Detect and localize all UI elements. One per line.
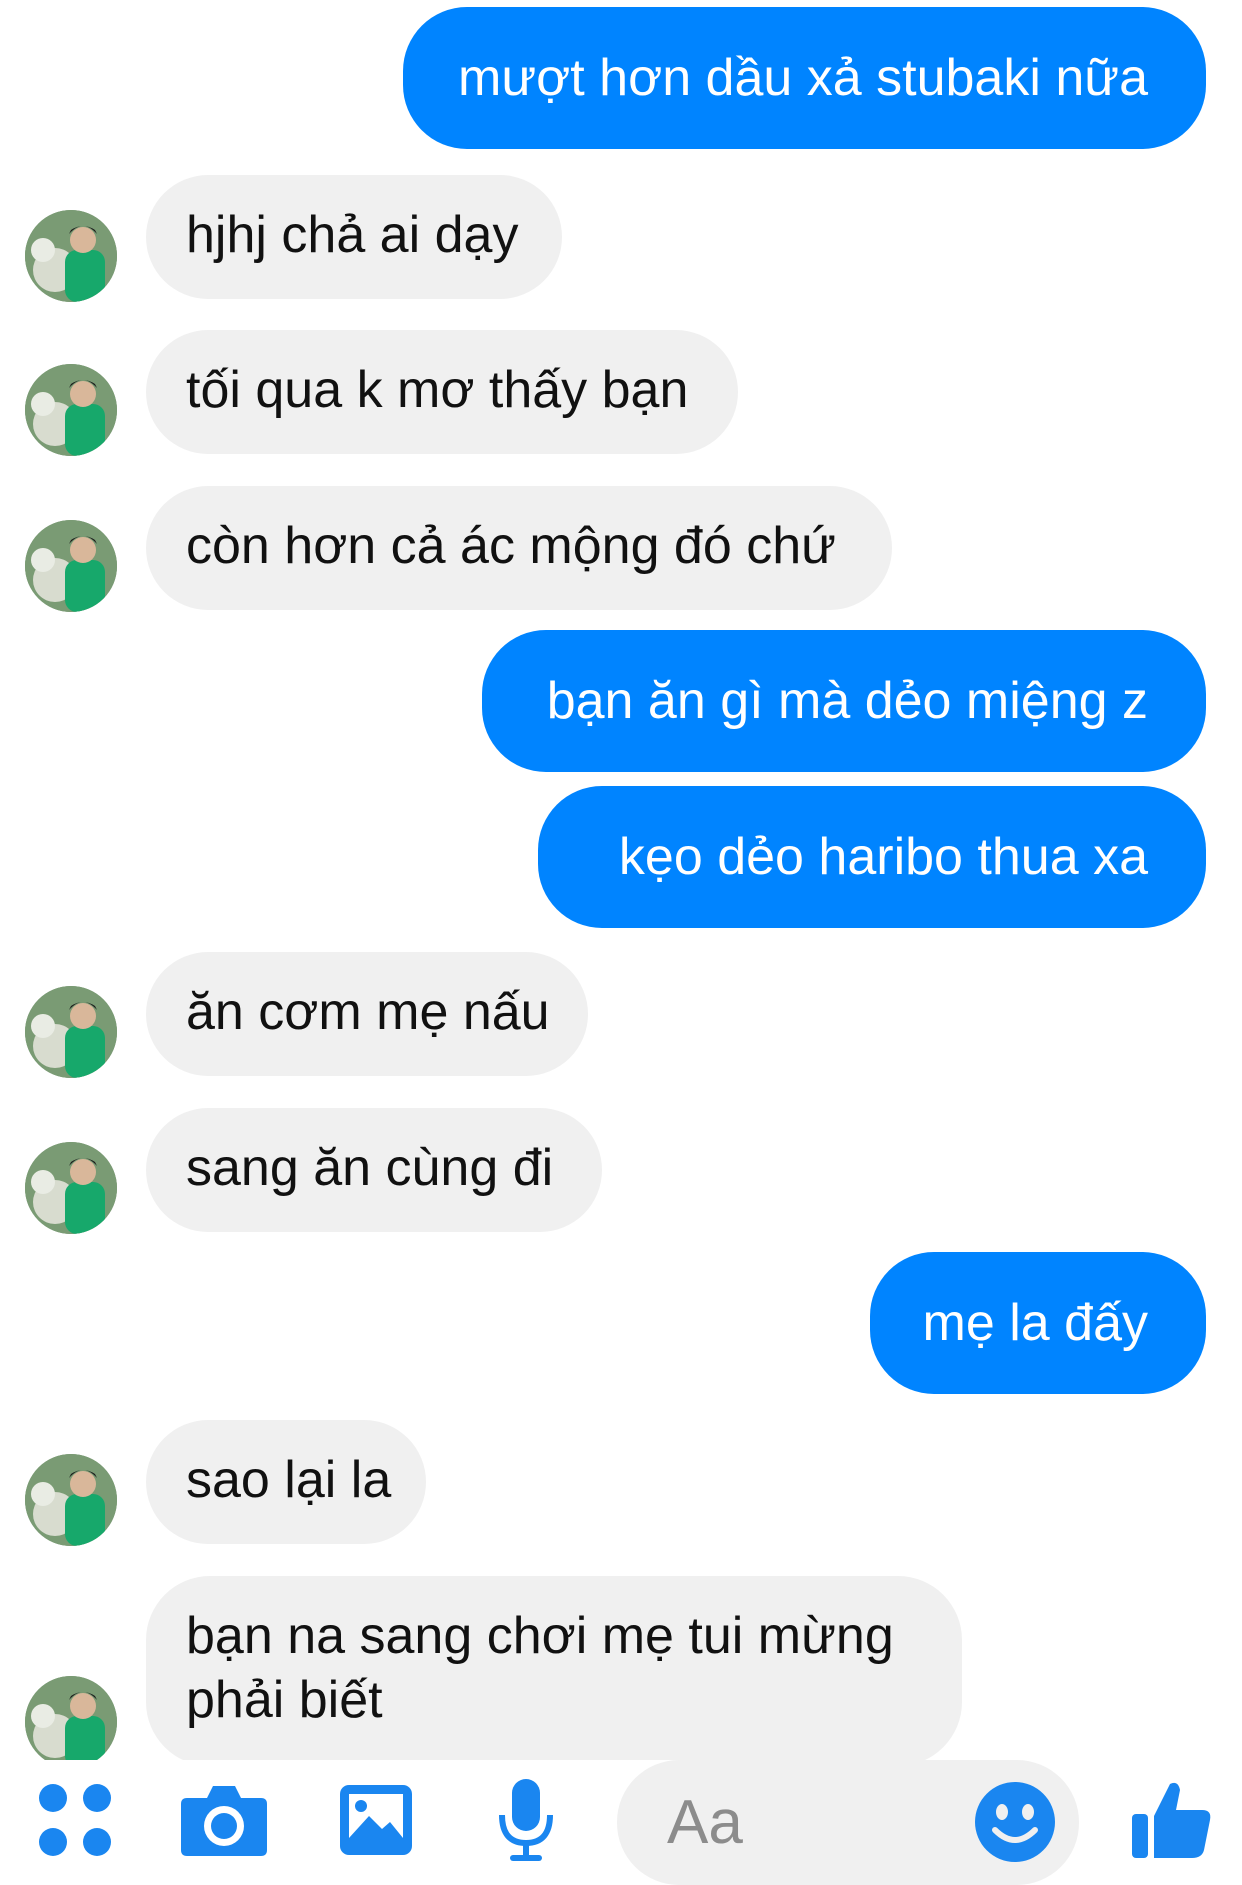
outgoing-bubble[interactable]: mượt hơn dầu xả stubaki nữa: [403, 7, 1206, 149]
message-text: hjhj chả ai dạy: [186, 206, 519, 264]
message-text: sang ăn cùng đi: [186, 1139, 554, 1197]
contact-avatar[interactable]: [25, 1676, 117, 1760]
message-text: sao lại la: [186, 1451, 392, 1509]
message-input-placeholder: Aa: [667, 1788, 743, 1857]
incoming-bubble[interactable]: sao lại la: [146, 1420, 426, 1544]
microphone-icon[interactable]: [490, 1770, 562, 1870]
contact-avatar[interactable]: [25, 986, 117, 1078]
camera-icon[interactable]: [178, 1770, 270, 1870]
contact-avatar[interactable]: [25, 1142, 117, 1234]
message-text: ăn cơm mẹ nấu: [186, 983, 550, 1041]
incoming-bubble[interactable]: tối qua k mơ thấy bạn: [146, 330, 738, 454]
incoming-bubble[interactable]: bạn na sang chơi mẹ tui mừng phải biết: [146, 1576, 962, 1760]
message-text: bạn ăn gì mà dẻo miệng z: [546, 672, 1148, 730]
message-text: bạn na sang chơi mẹ tui mừng phải biết: [186, 1607, 894, 1729]
contact-avatar[interactable]: [25, 210, 117, 302]
incoming-bubble[interactable]: sang ăn cùng đi: [146, 1108, 602, 1232]
outgoing-bubble[interactable]: mẹ la đấy: [870, 1252, 1206, 1394]
incoming-bubble[interactable]: hjhj chả ai dạy: [146, 175, 562, 299]
contact-avatar[interactable]: [25, 364, 117, 456]
like-icon[interactable]: [1120, 1770, 1220, 1870]
outgoing-bubble[interactable]: kẹo dẻo haribo thua xa: [538, 786, 1206, 928]
contact-avatar[interactable]: [25, 520, 117, 612]
gallery-icon[interactable]: [334, 1770, 418, 1870]
message-list: mượt hơn dầu xả stubaki nữa hjhj chả ai …: [0, 0, 1242, 1760]
incoming-bubble[interactable]: còn hơn cả ác mộng đó chứ: [146, 486, 892, 610]
contact-avatar[interactable]: [25, 1454, 117, 1546]
incoming-bubble[interactable]: ăn cơm mẹ nấu: [146, 952, 588, 1076]
message-text: mẹ la đấy: [922, 1294, 1148, 1352]
message-text: còn hơn cả ác mộng đó chứ: [186, 517, 836, 575]
emoji-icon[interactable]: [973, 1780, 1057, 1869]
message-text: tối qua k mơ thấy bạn: [186, 361, 689, 419]
message-input[interactable]: Aa: [617, 1760, 1079, 1885]
outgoing-bubble[interactable]: bạn ăn gì mà dẻo miệng z: [482, 630, 1206, 772]
message-text: mượt hơn dầu xả stubaki nữa: [458, 49, 1148, 107]
menu-dots-icon[interactable]: [30, 1770, 120, 1870]
message-text: kẹo dẻo haribo thua xa: [618, 828, 1148, 886]
